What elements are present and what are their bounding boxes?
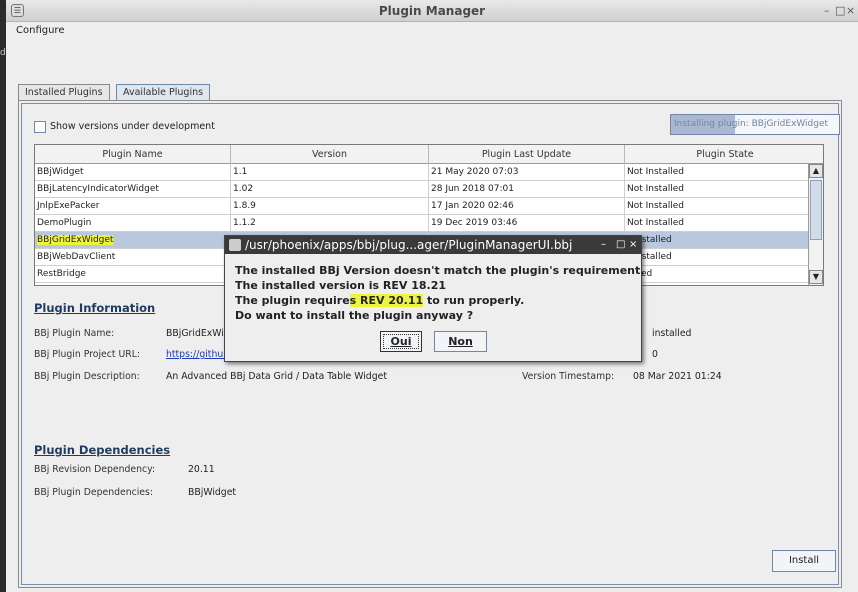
dialog-title: /usr/phoenix/apps/bbj/plug...ager/Plugin… <box>245 238 573 252</box>
cell-state: Not Installed <box>627 184 684 194</box>
dialog-message-line: The installed version is REV 18.21 <box>235 279 447 292</box>
plugin-name-value: BBjGridExWid <box>166 328 230 339</box>
cell-version: 1.8.9 <box>231 198 429 215</box>
progress-text: Installing plugin: BBjGridExWidget <box>674 119 829 129</box>
tab-installed-plugins[interactable]: Installed Plugins <box>18 84 110 101</box>
cell-state: nstalled <box>636 252 672 262</box>
table-row[interactable]: JnlpExePacker 1.8.9 17 Jan 2020 02:46 No… <box>35 198 809 215</box>
plugin-url-label: BBj Plugin Project URL: <box>34 349 141 360</box>
plugin-description-label: BBj Plugin Description: <box>34 371 140 382</box>
plugin-name-label: BBj Plugin Name: <box>34 328 115 339</box>
window-title: Plugin Manager <box>378 4 486 18</box>
menu-bar: Configure <box>6 22 858 40</box>
table-row[interactable]: BBjLatencyIndicatorWidget 1.02 28 Jun 20… <box>35 181 809 198</box>
table-row[interactable]: DemoPlugin 1.1.2 19 Dec 2019 03:46 Not I… <box>35 215 809 232</box>
table-scrollbar[interactable]: ▲ ▼ <box>808 164 823 285</box>
yes-button[interactable]: Oui <box>380 331 422 352</box>
cell-state: Not Installed <box>627 201 684 211</box>
dialog-maximize-icon[interactable]: □ <box>616 236 625 254</box>
cell-name: RestBridge <box>35 266 231 283</box>
plugin-dependencies-heading: Plugin Dependencies <box>34 443 171 457</box>
column-header-state[interactable]: Plugin State <box>625 145 823 164</box>
dialog-close-icon[interactable]: × <box>629 236 637 254</box>
cell-state: lled <box>636 269 653 279</box>
dialog-message-line: The installed BBj Version doesn't match … <box>235 264 645 277</box>
cell-state: Not Installed <box>627 218 684 228</box>
column-header-last-update[interactable]: Plugin Last Update <box>429 145 625 164</box>
cell-updated: 17 Jan 2020 02:46 <box>429 198 625 215</box>
cell-state: nstalled <box>636 235 672 245</box>
scroll-thumb[interactable] <box>810 180 822 240</box>
dialog-required-version-highlight: s REV 20.11 <box>349 294 424 307</box>
menu-configure[interactable]: Configure <box>16 25 64 36</box>
tab-available-plugins[interactable]: Available Plugins <box>116 84 211 101</box>
close-icon[interactable]: × <box>846 4 855 17</box>
cell-updated: 28 Jun 2018 07:01 <box>429 181 625 198</box>
plugin-dependencies-value: BBjWidget <box>188 487 237 498</box>
maximize-icon[interactable]: □ <box>835 4 845 17</box>
revision-dependency-label: BBj Revision Dependency: <box>34 464 156 475</box>
show-dev-checkbox[interactable] <box>34 121 46 133</box>
install-button[interactable]: Install <box>772 550 836 572</box>
plugin-description-value: An Advanced BBj Data Grid / Data Table W… <box>166 371 387 382</box>
scroll-down-icon[interactable]: ▼ <box>809 270 823 284</box>
cell-name: BBjWebDavClient <box>35 249 231 266</box>
cell-version: 1.02 <box>231 181 429 198</box>
dialog-message-text: The plugin require <box>235 294 350 307</box>
scroll-up-icon[interactable]: ▲ <box>809 164 823 178</box>
cell-version: 1.1.2 <box>231 215 429 232</box>
minimize-icon[interactable]: – <box>824 4 830 17</box>
column-header-version[interactable]: Version <box>231 145 429 164</box>
table-header: Plugin Name Version Plugin Last Update P… <box>35 145 823 164</box>
cell-state: Not Installed <box>627 167 684 177</box>
plugin-information-heading: Plugin Information <box>34 301 156 315</box>
dialog-title-bar[interactable]: /usr/phoenix/apps/bbj/plug...ager/Plugin… <box>225 236 641 254</box>
revision-dependency-value: 20.11 <box>188 464 215 475</box>
table-row[interactable]: BBjWidget 1.1 21 May 2020 07:03 Not Inst… <box>35 164 809 181</box>
cell-updated: 21 May 2020 07:03 <box>429 164 625 181</box>
cell-name: BBjLatencyIndicatorWidget <box>35 181 231 198</box>
dialog-app-icon <box>229 239 241 251</box>
version-timestamp-label: Version Timestamp: <box>522 371 615 382</box>
dialog-message-line: Do want to install the plugin anyway ? <box>235 309 474 322</box>
no-button[interactable]: Non <box>434 331 487 352</box>
background-edge: d <box>0 48 6 58</box>
cell-updated: 19 Dec 2019 03:46 <box>429 215 625 232</box>
version-mismatch-dialog: /usr/phoenix/apps/bbj/plug...ager/Plugin… <box>224 235 645 362</box>
plugin-url-link[interactable]: https://github <box>166 349 229 360</box>
cell-name: DemoPlugin <box>35 215 231 232</box>
show-dev-label[interactable]: Show versions under development <box>50 121 215 132</box>
title-bar[interactable]: ☰ Plugin Manager – □ × <box>6 0 858 22</box>
dialog-minimize-icon[interactable]: – <box>601 236 606 254</box>
plugin-dependencies-label: BBj Plugin Dependencies: <box>34 487 154 498</box>
yes-button-label: Oui <box>390 335 412 348</box>
dialog-message-text: to run properly. <box>423 294 525 307</box>
column-header-name[interactable]: Plugin Name <box>35 145 231 164</box>
plugin-state-value: installed <box>652 328 692 339</box>
cell-version: 1.1 <box>231 164 429 181</box>
cell-name: BBjWidget <box>35 164 231 181</box>
cell-name: JnlpExePacker <box>35 198 231 215</box>
no-button-label: Non <box>448 335 473 348</box>
version-timestamp-value: 08 Mar 2021 01:24 <box>633 371 722 382</box>
cell-name-highlight: BBjGridExWidget <box>37 235 114 245</box>
cell-name: BBjGridExWidget <box>35 232 231 249</box>
install-progress-bar: Installing plugin: BBjGridExWidget <box>670 114 840 135</box>
plugin-version-value: 0 <box>652 349 658 360</box>
dialog-message-line: The plugin requires REV 20.11 to run pro… <box>235 294 524 307</box>
